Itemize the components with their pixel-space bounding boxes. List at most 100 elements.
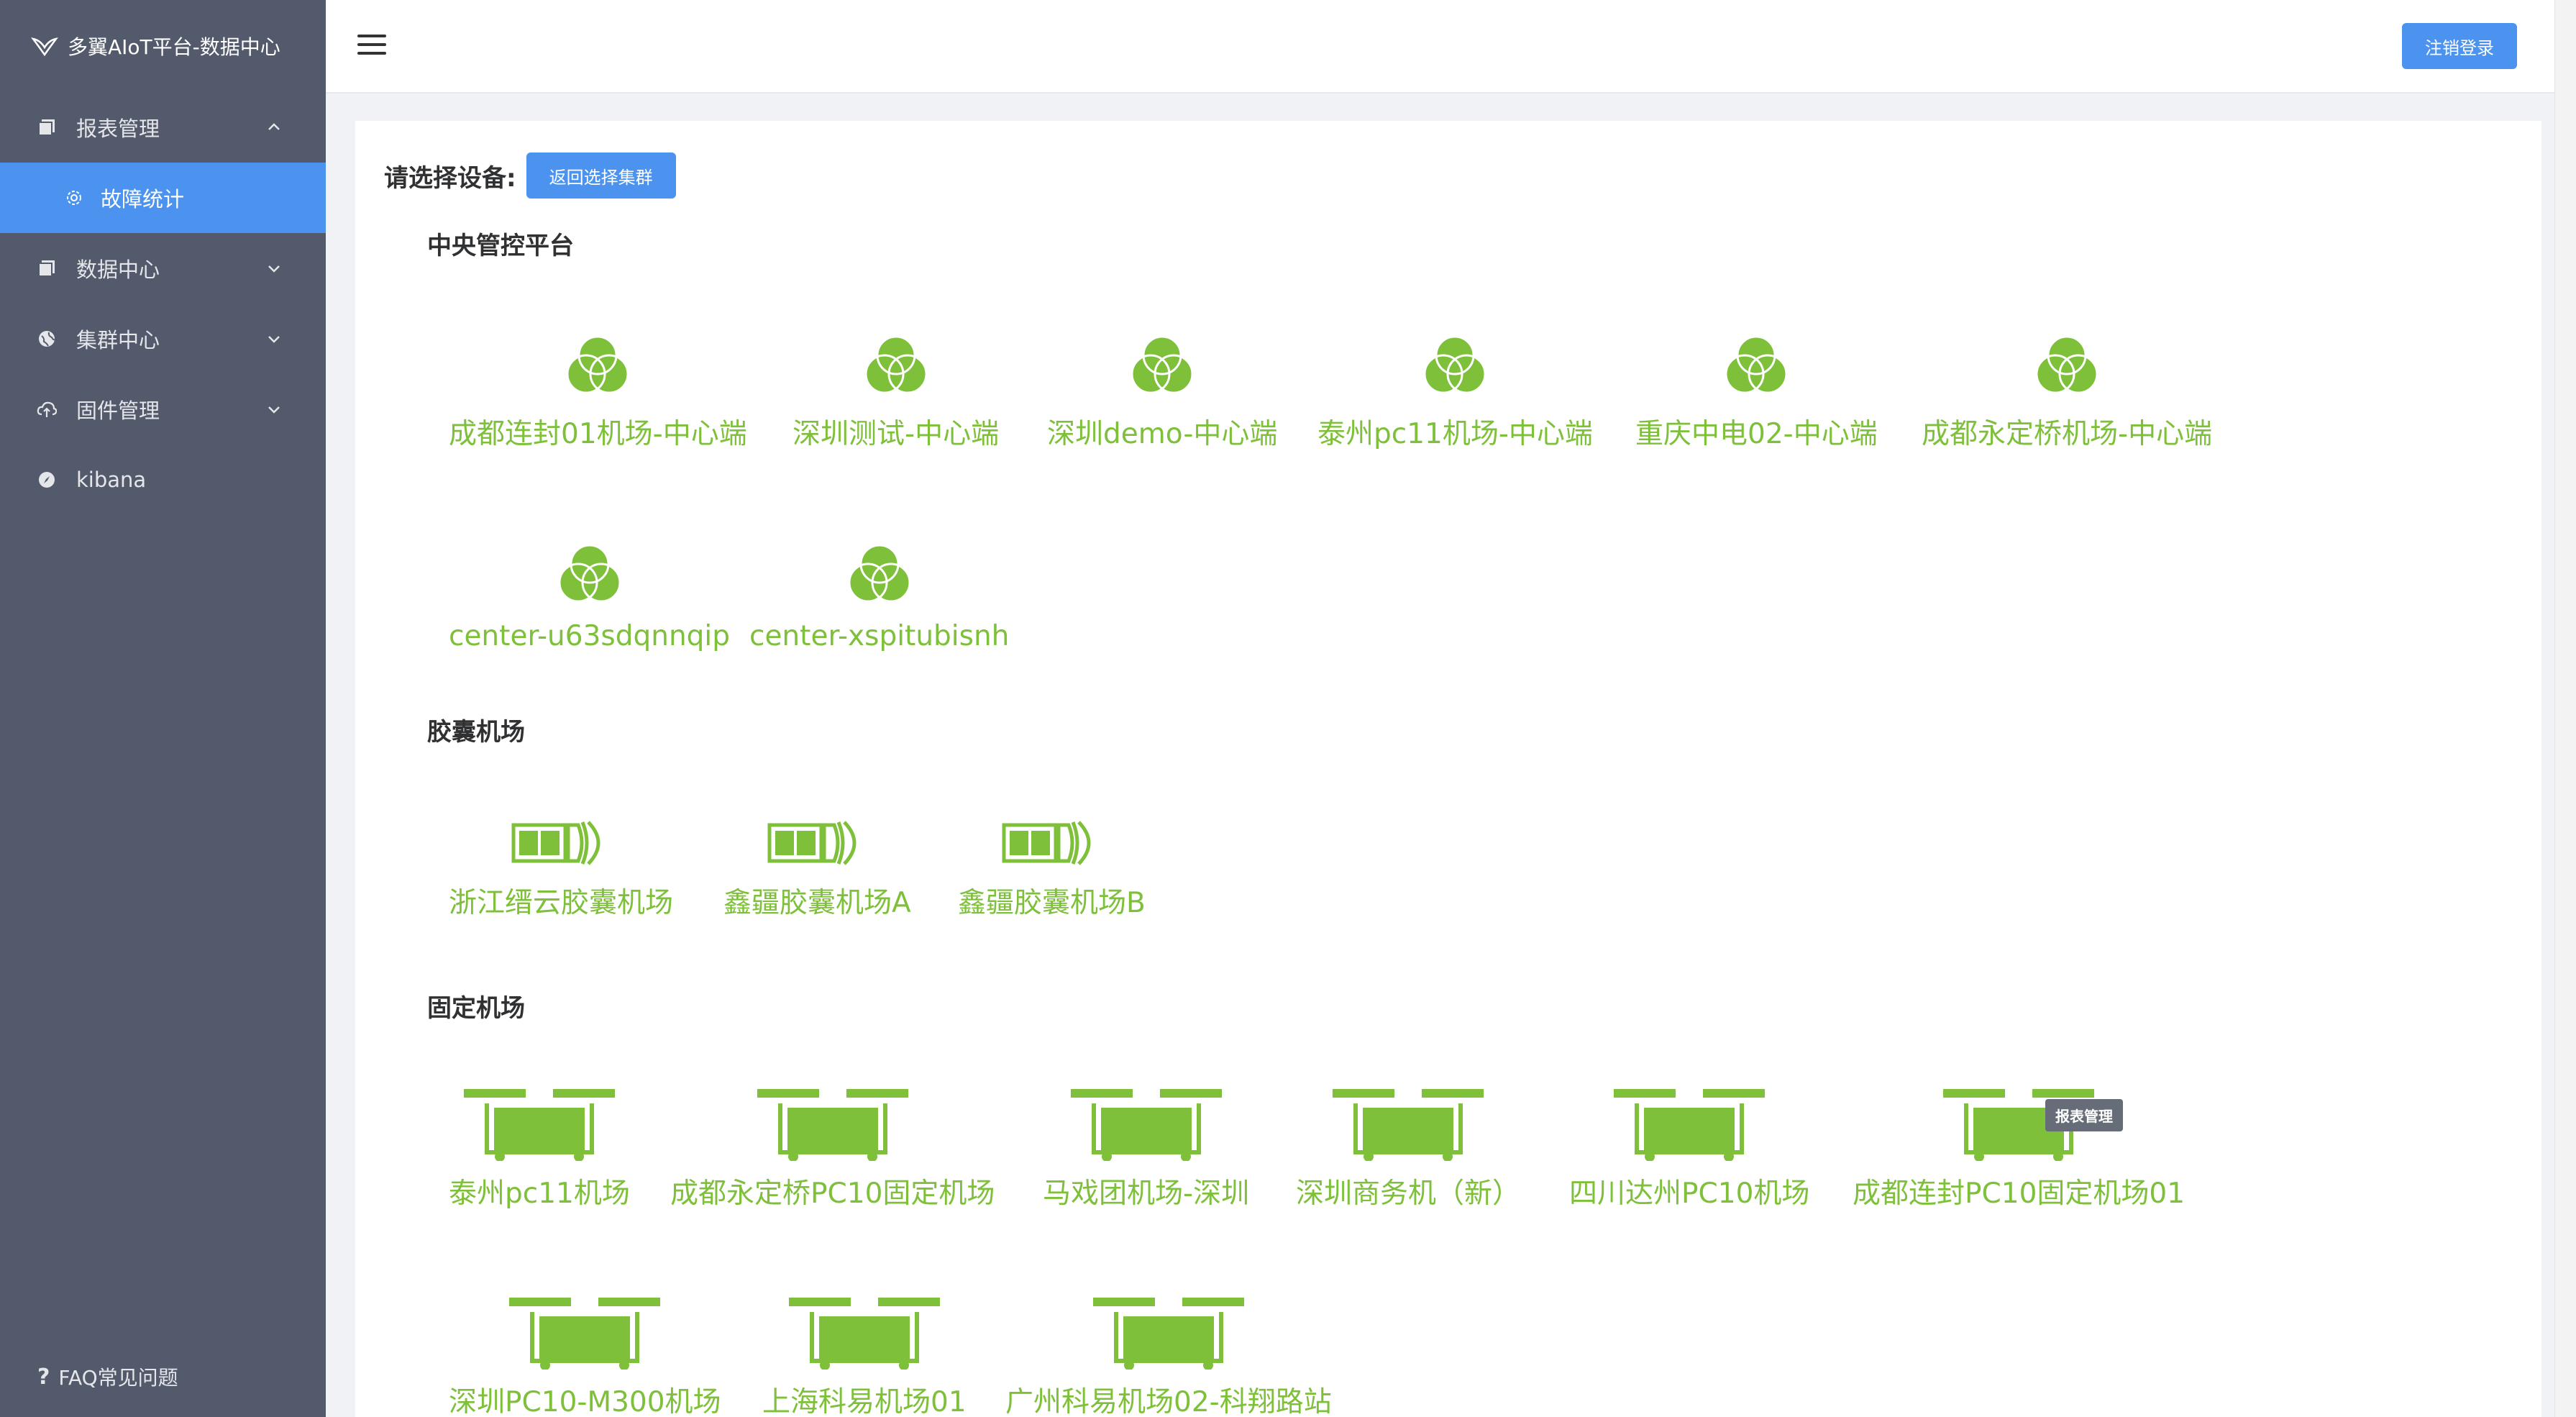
device-label: center-u63sdqnnqip <box>449 620 731 652</box>
device-item[interactable]: 泰州pc11机场-中心端 <box>1317 329 1593 452</box>
device-label: 鑫疆胶囊机场A <box>723 887 911 919</box>
device-label: 深圳demo-中心端 <box>1047 418 1278 450</box>
device-label: 重庆中电02-中心端 <box>1635 418 1878 450</box>
section-title-center: 中央管控平台 <box>427 232 574 260</box>
device-item[interactable]: 重庆中电02-中心端 <box>1635 329 1878 452</box>
section-title-fixed: 固定机场 <box>427 994 525 1023</box>
select-row: 请选择设备: 返回选择集群 <box>384 152 676 199</box>
gear-icon <box>63 187 85 209</box>
fixed-airport-icon <box>1071 1089 1222 1161</box>
fixed-airport-icon <box>757 1089 908 1161</box>
device-label: 四川达州PC10机场 <box>1569 1177 1810 1210</box>
device-item[interactable]: 泰州pc11机场 <box>449 1089 630 1211</box>
chevron-down-icon <box>268 406 280 414</box>
device-label: 成都永定桥PC10固定机场 <box>670 1177 995 1210</box>
device-item[interactable]: 浙江缙云胶囊机场 <box>449 816 673 921</box>
center-platform-icon <box>844 538 915 610</box>
capsule-airport-icon <box>767 816 867 870</box>
logo-icon <box>31 37 58 57</box>
device-item[interactable]: 上海科易机场01 <box>762 1298 967 1417</box>
select-label: 请选择设备: <box>384 163 516 193</box>
device-label: 成都连封PC10固定机场01 <box>1853 1177 2186 1210</box>
center-platform-icon <box>1419 329 1491 401</box>
chevron-down-icon <box>268 336 280 343</box>
capsule-airport-icon <box>511 816 611 870</box>
sidebar-item-label: 集群中心 <box>76 328 160 352</box>
device-label: 鑫疆胶囊机场B <box>958 887 1146 919</box>
sidebar: 多翼AIoT平台-数据中心 报表管理 故障统计 数据中心 集群中心 固件管理 k… <box>0 0 326 1417</box>
device-label: 马戏团机场-深圳 <box>1043 1177 1250 1210</box>
device-label: 广州科易机场02-科翔路站 <box>1005 1386 1332 1417</box>
device-label: 上海科易机场01 <box>762 1386 967 1417</box>
device-item[interactable]: 成都永定桥PC10固定机场 <box>670 1089 995 1211</box>
chevron-up-icon <box>268 123 280 130</box>
compass-icon <box>36 469 58 491</box>
device-label: 成都连封01机场-中心端 <box>449 418 747 450</box>
device-item[interactable]: 鑫疆胶囊机场B <box>958 816 1146 921</box>
report-icon <box>36 117 58 138</box>
fixed-airport-icon <box>1093 1298 1244 1370</box>
device-item[interactable]: 深圳商务机（新） <box>1296 1089 1520 1211</box>
sidebar-item-label: 固件管理 <box>76 398 160 423</box>
device-item[interactable]: 马戏团机场-深圳 <box>1043 1089 1249 1211</box>
device-item[interactable]: 深圳PC10-M300机场 <box>449 1298 721 1417</box>
device-item[interactable]: 四川达州PC10机场 <box>1569 1089 1809 1211</box>
fixed-airport-icon <box>1614 1089 1765 1161</box>
center-platform-icon <box>860 329 932 401</box>
fixed-airport-icon <box>789 1298 940 1370</box>
globe-icon <box>36 328 58 350</box>
device-item[interactable]: 成都连封01机场-中心端 <box>449 329 747 452</box>
device-item[interactable]: center-xspitubisnh <box>749 538 1009 652</box>
center-platform-icon <box>2031 329 2103 401</box>
device-label: 浙江缙云胶囊机场 <box>449 887 674 919</box>
device-label: 深圳测试-中心端 <box>793 418 1000 450</box>
sidebar-item-label: 故障统计 <box>101 187 185 211</box>
data-icon <box>36 258 58 279</box>
device-label: center-xspitubisnh <box>749 620 1010 652</box>
device-item[interactable]: 广州科易机场02-科翔路站 <box>1005 1298 1332 1417</box>
fixed-airport-icon <box>509 1298 660 1370</box>
fixed-airport-icon <box>464 1089 615 1161</box>
device-label: 深圳商务机（新） <box>1296 1177 1521 1210</box>
hamburger-icon[interactable] <box>357 35 386 58</box>
device-label: 泰州pc11机场-中心端 <box>1317 418 1593 450</box>
center-platform-icon <box>1720 329 1792 401</box>
section-title-capsule: 胶囊机场 <box>427 718 525 747</box>
capsule-airport-icon <box>1001 816 1102 870</box>
question-icon: ? <box>37 1364 50 1390</box>
chevron-down-icon <box>268 265 280 273</box>
scrollbar[interactable] <box>2554 0 2576 1417</box>
device-item[interactable]: 深圳demo-中心端 <box>1047 329 1277 452</box>
center-platform-icon <box>554 538 626 610</box>
device-label: 成都永定桥机场-中心端 <box>1922 418 2213 450</box>
device-item[interactable]: 深圳测试-中心端 <box>793 329 999 452</box>
fixed-airport-icon <box>1333 1089 1484 1161</box>
center-platform-icon <box>1126 329 1198 401</box>
faq-link[interactable]: ? FAQ常见问题 <box>37 1362 178 1391</box>
device-item[interactable]: 鑫疆胶囊机场A <box>723 816 911 921</box>
back-to-cluster-button[interactable]: 返回选择集群 <box>526 152 676 199</box>
sidebar-item-label: 数据中心 <box>76 258 160 282</box>
faq-label: FAQ常见问题 <box>58 1366 178 1390</box>
sidebar-item-firmware[interactable]: 固件管理 <box>0 374 326 445</box>
device-label: 泰州pc11机场 <box>449 1177 630 1210</box>
sidebar-item-label: 报表管理 <box>76 117 160 141</box>
device-label: 深圳PC10-M300机场 <box>449 1386 721 1417</box>
tooltip: 报表管理 <box>2045 1099 2123 1131</box>
device-item[interactable]: 成都连封PC10固定机场01 <box>1853 1089 2185 1211</box>
sidebar-item-cluster-center[interactable]: 集群中心 <box>0 304 326 374</box>
center-platform-icon <box>562 329 634 401</box>
device-item[interactable]: center-u63sdqnnqip <box>449 538 730 652</box>
device-panel: 请选择设备: 返回选择集群 中央管控平台 成都连封01机场-中心端 深圳测试-中… <box>355 121 2541 1417</box>
sidebar-item-fault-stats[interactable]: 故障统计 <box>0 163 326 233</box>
app-title: 多翼AIoT平台-数据中心 <box>68 35 280 59</box>
sidebar-item-label: kibana <box>76 468 147 492</box>
device-item[interactable]: 成都永定桥机场-中心端 <box>1922 329 2212 452</box>
brand[interactable]: 多翼AIoT平台-数据中心 <box>0 0 326 92</box>
sidebar-item-data-center[interactable]: 数据中心 <box>0 233 326 304</box>
top-header: 注销登录 <box>326 0 2576 94</box>
logout-button[interactable]: 注销登录 <box>2402 23 2517 69</box>
sidebar-item-kibana[interactable]: kibana <box>0 445 326 515</box>
cloud-upload-icon <box>36 398 58 420</box>
sidebar-item-report[interactable]: 报表管理 <box>0 92 326 163</box>
